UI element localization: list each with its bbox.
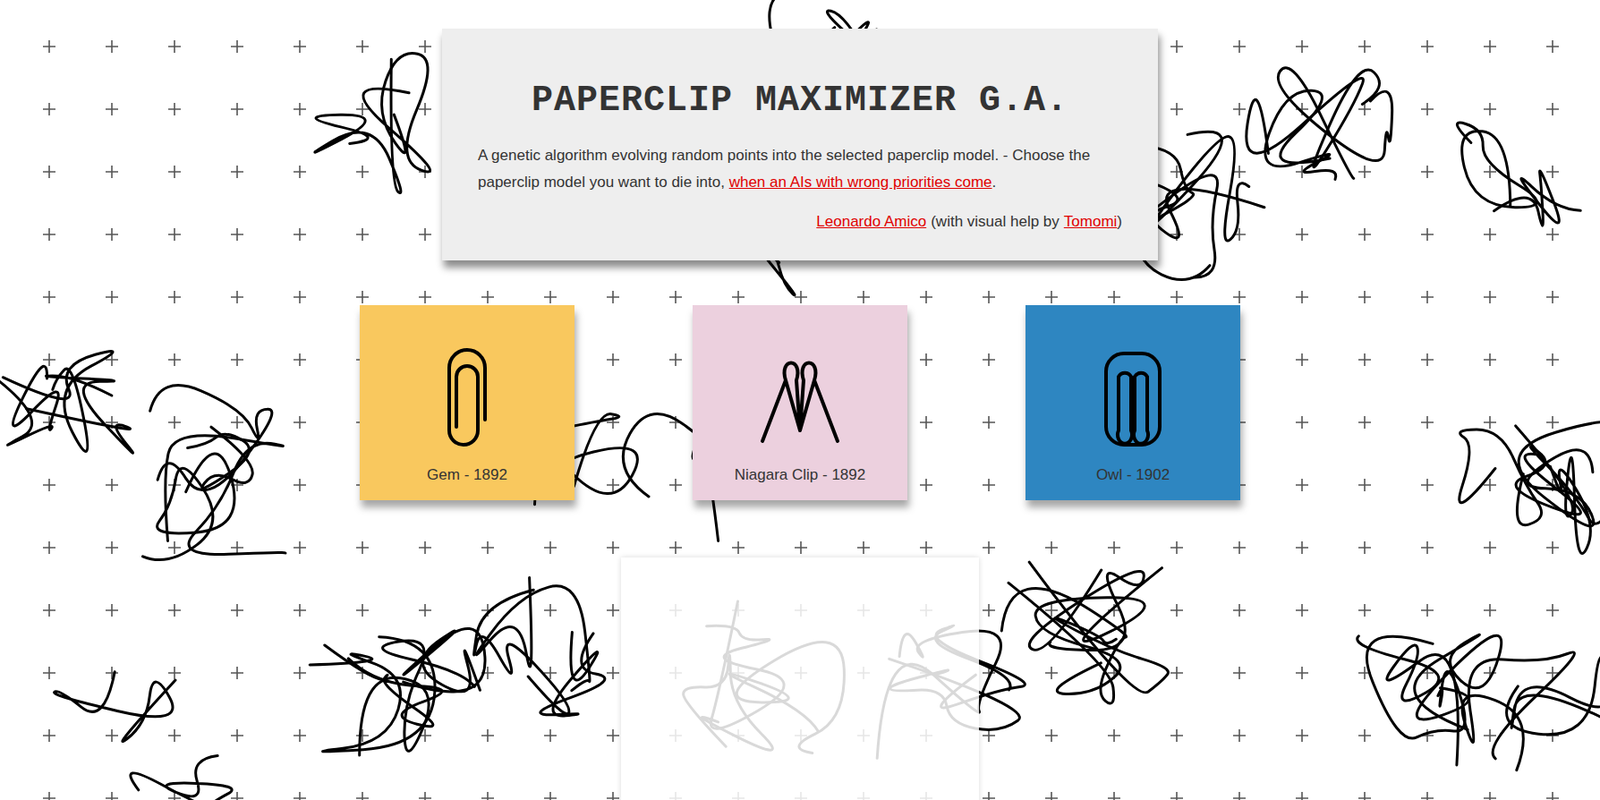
model-card[interactable]: Gem - 1892 (359, 305, 575, 501)
evolution-canvas (621, 557, 979, 800)
period: . (992, 173, 997, 191)
model-label: Owl - 1902 (1096, 466, 1170, 485)
helper-link[interactable]: Tomomi (1063, 212, 1118, 230)
credits: Leonardo Amico(with visual help byTomomi… (477, 208, 1123, 236)
model-card[interactable]: Niagara Clip - 1892 (692, 305, 908, 501)
model-list: Gem - 1892 Niagara Clip - 1892 Owl - 1902 (359, 305, 1241, 501)
model-card[interactable]: Owl - 1902 (1025, 305, 1241, 501)
model-label: Niagara Clip - 1892 (734, 466, 866, 485)
credit-end: ) (1116, 212, 1123, 230)
page-title: PAPERCLIP MAXIMIZER G.A. (477, 80, 1123, 121)
credit-text: (with visual help by (930, 212, 1060, 230)
author-link[interactable]: Leonardo Amico (816, 212, 927, 230)
article-link[interactable]: when an AIs with wrong priorities come (729, 173, 993, 191)
gem-paperclip-icon (413, 340, 521, 458)
niagara-paperclip-icon (746, 340, 854, 458)
header-card: PAPERCLIP MAXIMIZER G.A. A genetic algori… (442, 28, 1158, 261)
description: A genetic algorithm evolving random poin… (477, 142, 1123, 196)
owl-paperclip-icon (1079, 340, 1187, 458)
model-label: Gem - 1892 (426, 466, 508, 485)
